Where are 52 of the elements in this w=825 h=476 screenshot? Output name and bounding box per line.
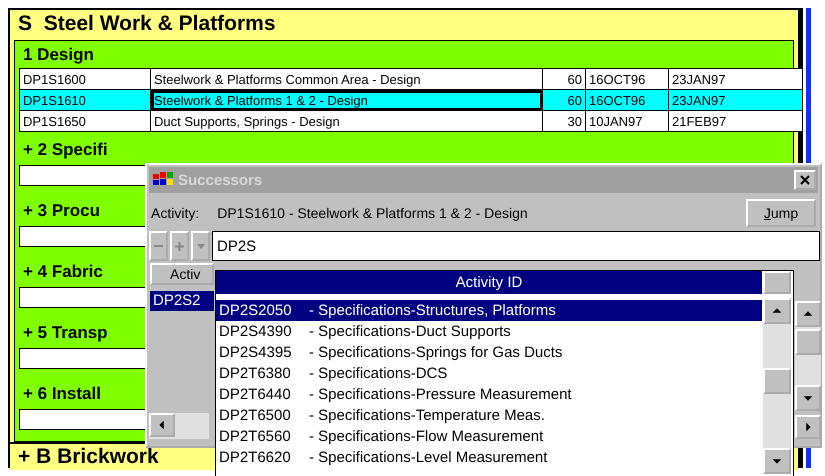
activity-row[interactable]: DP1S1600 Steelwork & Platforms Common Area - Design 60 16OCT96 23JAN97 <box>20 68 802 90</box>
table-cell: 60 <box>542 90 586 110</box>
scroll-button[interactable] <box>795 301 821 327</box>
caret-icon <box>196 242 206 250</box>
grid-row[interactable]: DP2S2 <box>150 291 214 311</box>
list-item[interactable]: DP2T6440 - Specifications-Pressure Measurement <box>216 384 762 405</box>
table-cell: 60 <box>542 68 586 90</box>
filter-field[interactable]: DP2S <box>212 231 820 261</box>
scroll-button[interactable] <box>763 298 791 324</box>
list-item[interactable]: DP2S2050 - Specifications-Structures, Platforms <box>216 300 762 321</box>
plus-icon <box>174 240 185 252</box>
table-cell: 21FEB97 <box>668 110 802 132</box>
list-item[interactable]: DP2S4390 - Specifications-Duct Supports <box>216 321 762 342</box>
dialog-title: Successors <box>178 172 264 188</box>
collapse-button[interactable] <box>149 231 168 261</box>
group-header[interactable]: + 2 Specifi <box>19 136 789 163</box>
scroll-thumb[interactable] <box>795 329 821 355</box>
table-cell: DP1S1610 <box>20 90 150 110</box>
list-item[interactable]: DP2T6560 - Specifications-Flow Measurement <box>216 426 762 447</box>
close-icon <box>799 174 811 186</box>
list-item[interactable]: DP2S4395 - Specifications-Springs for Gas Ducts <box>216 342 762 363</box>
expand-button[interactable] <box>170 231 189 261</box>
column-header[interactable]: Activ <box>150 263 214 285</box>
table-cell: 16OCT96 <box>586 90 668 110</box>
column-header[interactable]: Activity ID <box>216 271 762 294</box>
jump-button[interactable]: Jump <box>746 199 816 227</box>
close-button[interactable] <box>794 170 816 190</box>
group-header[interactable]: 1 Design <box>19 41 789 68</box>
table-cell: 16OCT96 <box>586 68 668 90</box>
table-cell: 10JAN97 <box>586 110 668 132</box>
table-cell: DP1S1600 <box>20 68 150 90</box>
scroll-thumb[interactable] <box>763 368 791 394</box>
list-item[interactable]: DP2T6380 - Specifications-DCS <box>216 363 762 384</box>
section-title: S Steel Work & Platforms <box>17 11 277 37</box>
activity-row[interactable]: DP1S1650 Duct Supports, Springs - Design 30 10JAN97 21FEB97 <box>20 110 802 132</box>
list-item[interactable]: DP2T6620 - Specifications-Level Measurement <box>216 447 762 468</box>
dropdown-button[interactable] <box>191 231 210 261</box>
table-cell: 30 <box>542 110 586 132</box>
table-cell: 23JAN97 <box>668 68 802 90</box>
activity-value: DP1S1610 - Steelwork & Platforms 1 & 2 - Design <box>217 205 529 221</box>
scroll-button[interactable] <box>149 413 175 437</box>
table-cell: DP1S1650 <box>20 110 150 132</box>
activity-label: Activity: <box>151 205 200 221</box>
list-item[interactable]: DP2T6500 - Specifications-Temperature Meas. <box>216 405 762 426</box>
table-cell: Steelwork & Platforms Common Area - Design <box>150 68 542 90</box>
table-cell: Steelwork & Platforms 1 & 2 - Design <box>150 90 542 110</box>
activity-row[interactable]: DP1S1610 Steelwork & Platforms 1 & 2 - Design 60 16OCT96 23JAN97 <box>20 90 802 110</box>
scroll-button[interactable] <box>795 415 821 439</box>
scroll-button[interactable] <box>795 385 821 411</box>
table-cell: Duct Supports, Springs - Design <box>150 110 542 132</box>
scroll-button[interactable] <box>763 448 791 474</box>
table-cell: 23JAN97 <box>668 90 802 110</box>
